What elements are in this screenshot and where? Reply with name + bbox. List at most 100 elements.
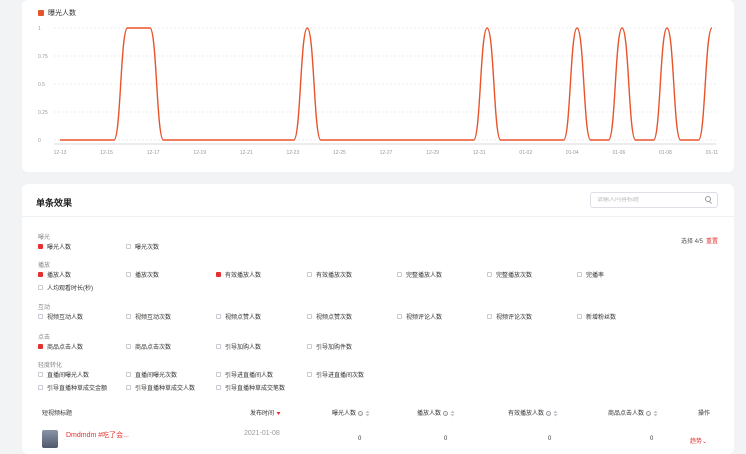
metric-checkbox[interactable]: 商品点击次数 [126,342,171,351]
checkbox-icon[interactable] [126,272,131,277]
reset-link[interactable]: 重置 [706,239,718,245]
checkbox-icon[interactable] [216,344,221,349]
x-tick-label: 01-08 [659,150,672,156]
checkbox-icon[interactable] [577,314,582,319]
checkbox-icon[interactable] [307,314,312,319]
checkbox-icon[interactable] [397,272,402,277]
metric-checkbox[interactable]: 视频互动人数 [38,312,83,321]
checkbox-icon[interactable] [216,385,221,390]
col-play-label: 播放人数 [417,411,442,417]
y-tick-label: 0.5 [38,82,45,88]
checkbox-icon[interactable] [38,385,43,390]
metric-checkbox[interactable]: 直播间曝光人数 [38,370,89,379]
sort-icon[interactable] [553,410,558,417]
metric-label: 引导直播种草成交笔数 [225,386,286,392]
search-input[interactable] [597,197,697,203]
checkbox-icon[interactable] [38,314,43,319]
checkbox-icon[interactable] [126,244,131,249]
metric-checkbox[interactable]: 引导加购人数 [216,342,261,351]
metric-checkbox[interactable]: 引导直播种草成交金额 [38,383,107,392]
metric-checkbox[interactable]: 有效播放人数 [216,270,261,279]
metric-checkbox[interactable]: 曝光次数 [126,242,159,251]
checkbox-checked-icon[interactable] [216,272,221,277]
video-title-link[interactable]: Dmdmdm #吃了会... [66,430,129,440]
sort-icon[interactable] [365,410,370,417]
checkbox-checked-icon[interactable] [38,344,43,349]
search-box[interactable] [590,192,718,208]
metric-checkbox[interactable]: 完播率 [577,270,604,279]
metric-checkbox[interactable]: 新增粉丝数 [577,312,616,321]
metric-checkbox[interactable]: 直播间曝光次数 [126,370,177,379]
checkbox-icon[interactable] [307,372,312,377]
checkbox-icon[interactable] [38,372,43,377]
checkbox-icon[interactable] [38,285,43,290]
checkbox-icon[interactable] [307,272,312,277]
y-tick-label: 0.75 [38,54,48,60]
table-row[interactable]: Dmdmdm #吃了会... 2021-01-08 0 0 0 0 趋势⌄ [22,424,734,454]
help-icon[interactable]: ? [443,410,449,417]
metric-checkbox[interactable]: 商品点击人数 [38,342,83,351]
col-play[interactable]: 播放人数? [417,408,455,417]
checkbox-icon[interactable] [126,344,131,349]
checkbox-icon[interactable] [487,314,492,319]
checkbox-checked-icon[interactable] [38,272,43,277]
x-tick-label: 01-04 [566,150,579,156]
metric-checkbox[interactable]: 视频评论次数 [487,312,532,321]
metric-checkbox[interactable]: 引导进直播间次数 [307,370,364,379]
checkbox-icon[interactable] [307,344,312,349]
search-icon[interactable] [705,196,711,202]
sort-icon[interactable] [450,410,455,417]
checkbox-icon[interactable] [487,272,492,277]
sort-desc-icon[interactable] [276,410,281,416]
metric-label: 人均观看时长(秒) [47,286,93,292]
col-click[interactable]: 商品点击人数? [608,408,658,417]
metric-checkbox[interactable]: 引导加购件数 [307,342,352,351]
checkbox-icon[interactable] [216,372,221,377]
metric-checkbox[interactable]: 引导直播种草成交人数 [126,383,195,392]
metric-checkbox[interactable]: 播放次数 [126,270,159,279]
group-label: 互动 [38,305,51,311]
sort-icon[interactable] [653,410,658,417]
x-tick-label: 01-06 [612,150,625,156]
metric-checkbox[interactable]: 曝光人数 [38,242,71,251]
checkbox-icon[interactable] [216,314,221,319]
group-label: 轻度转化 [38,363,63,369]
metric-checkbox[interactable]: 人均观看时长(秒) [38,283,93,292]
metric-label: 有效播放人数 [225,273,262,279]
selection-count: 选择 4/5 [680,239,703,245]
chart-legend[interactable]: 曝光人数 [38,8,76,18]
help-icon[interactable]: ? [358,410,364,417]
help-icon[interactable]: ? [646,410,652,417]
video-thumbnail[interactable] [42,430,58,448]
metric-label: 曝光人数 [47,245,72,251]
metric-checkbox[interactable]: 播放人数 [38,270,71,279]
col-title: 短视频标题 [42,411,73,417]
metric-label: 完播率 [586,273,605,279]
metric-checkbox[interactable]: 引导直播种草成交笔数 [216,383,285,392]
col-exposure[interactable]: 曝光人数? [332,408,370,417]
trend-link[interactable]: 趋势⌄ [690,436,707,445]
metric-checkbox[interactable]: 视频点赞人数 [216,312,261,321]
col-valid-play[interactable]: 有效播放人数? [508,408,558,417]
checkbox-icon[interactable] [397,314,402,319]
checkbox-checked-icon[interactable] [38,244,43,249]
metric-checkbox[interactable]: 视频评论人数 [397,312,442,321]
x-tick-label: 12-17 [147,150,160,156]
metric-checkbox[interactable]: 完整播放人数 [397,270,442,279]
metric-checkbox[interactable]: 视频点赞次数 [307,312,352,321]
single-effects-card: 单条效果 选择 4/5重置 曝光曝光人数曝光次数播放播放人数播放次数有效播放人数… [22,184,734,454]
metric-label: 视频评论人数 [406,315,443,321]
checkbox-icon[interactable] [126,385,131,390]
table-header: 短视频标题 发布时间 曝光人数? 播放人数? 有效播放人数? 商品点击人数? 操… [22,404,734,420]
metric-checkbox[interactable]: 引导进直播间人数 [216,370,273,379]
x-tick-label: 12-31 [473,150,486,156]
metric-label: 直播间曝光次数 [135,373,178,379]
metric-checkbox[interactable]: 视频互动次数 [126,312,171,321]
metric-checkbox[interactable]: 有效播放次数 [307,270,352,279]
col-date[interactable]: 发布时间 [250,408,281,417]
checkbox-icon[interactable] [126,372,131,377]
metric-checkbox[interactable]: 完整播放次数 [487,270,532,279]
help-icon[interactable]: ? [546,410,552,417]
checkbox-icon[interactable] [126,314,131,319]
checkbox-icon[interactable] [577,272,582,277]
